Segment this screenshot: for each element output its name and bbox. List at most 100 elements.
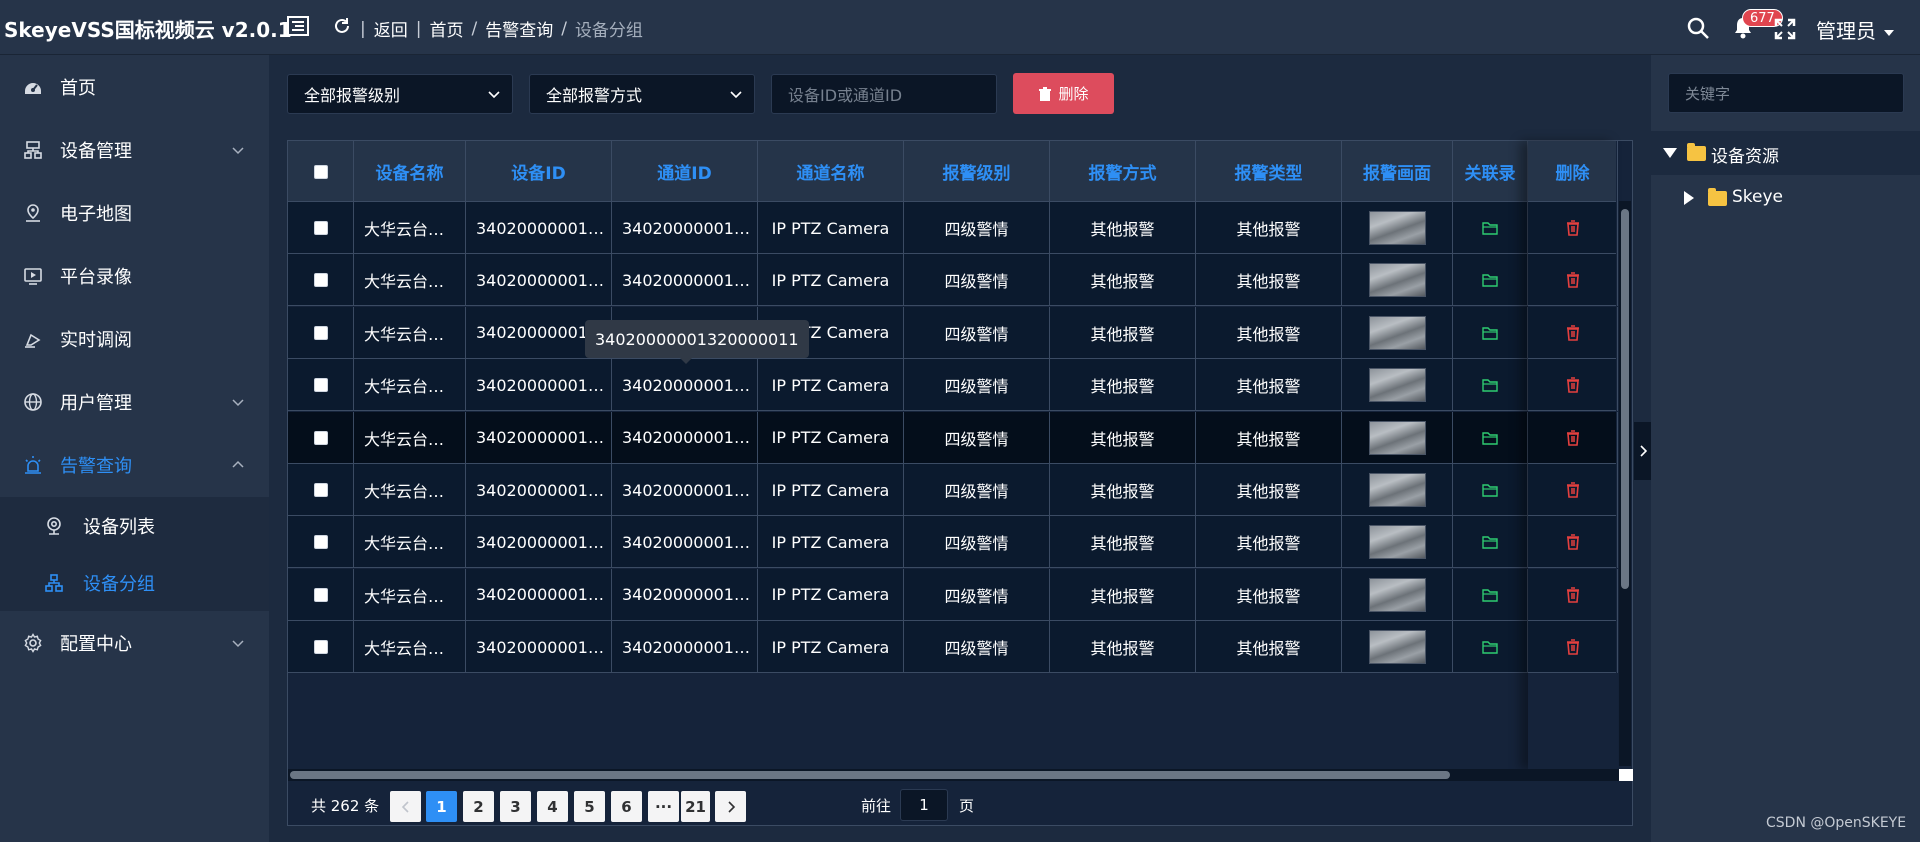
- folder-open-icon[interactable]: [1482, 378, 1498, 392]
- row-checkbox[interactable]: [313, 325, 328, 340]
- trash-icon[interactable]: [1566, 482, 1580, 498]
- device-channel-search-input[interactable]: 设备ID或通道ID: [771, 74, 997, 114]
- trash-icon[interactable]: [1566, 639, 1580, 655]
- sidebar-item-live-view[interactable]: 实时调阅: [0, 307, 269, 370]
- search-icon[interactable]: [1686, 16, 1710, 40]
- page-button[interactable]: 5: [574, 791, 605, 822]
- trash-icon[interactable]: [1566, 325, 1580, 341]
- sidebar-item-user-management[interactable]: 用户管理: [0, 370, 269, 433]
- column-header[interactable]: 报警类型: [1196, 141, 1342, 202]
- trash-icon[interactable]: [1566, 377, 1580, 393]
- breadcrumb-alarm-query[interactable]: 告警查询: [485, 16, 553, 41]
- row-checkbox[interactable]: [313, 587, 328, 602]
- alarm-snapshot-image[interactable]: [1368, 420, 1426, 455]
- page-button[interactable]: 4: [537, 791, 568, 822]
- folder-open-icon[interactable]: [1482, 221, 1498, 235]
- table-row[interactable]: 大华云台…34020000001…34020000001…IP PTZ Came…: [288, 621, 1618, 674]
- page-button[interactable]: 1: [426, 791, 457, 822]
- caret-right-icon[interactable]: [1684, 191, 1694, 205]
- column-header[interactable]: 删除: [1528, 141, 1618, 202]
- table-row[interactable]: 大华云台…34020000001…34020000001…IP PTZ Came…: [288, 306, 1618, 359]
- alarm-snapshot-image[interactable]: [1368, 315, 1426, 350]
- vertical-scrollbar[interactable]: [1619, 201, 1631, 766]
- trash-icon[interactable]: [1566, 534, 1580, 551]
- alarm-snapshot-image[interactable]: [1368, 577, 1426, 612]
- folder-open-icon[interactable]: [1482, 431, 1498, 445]
- tree-node-root[interactable]: 设备资源: [1651, 131, 1920, 175]
- back-link[interactable]: 返回: [374, 16, 408, 41]
- table-row[interactable]: 大华云台…34020000001…34020000001…IP PTZ Came…: [288, 568, 1618, 621]
- next-page-button[interactable]: [715, 791, 746, 822]
- trash-icon[interactable]: [1566, 272, 1580, 289]
- alarm-snapshot-image[interactable]: [1368, 473, 1426, 507]
- sidebar-item-device-management[interactable]: 设备管理: [0, 118, 269, 181]
- select-all-checkbox[interactable]: [313, 164, 328, 179]
- alarm-snapshot-cell: [1342, 202, 1453, 254]
- sidebar-item-alarm-query[interactable]: 告警查询: [0, 433, 269, 496]
- page-button[interactable]: 2: [463, 791, 494, 822]
- alarm-method-select[interactable]: 全部报警方式: [529, 74, 755, 114]
- column-header[interactable]: 关联录: [1453, 141, 1528, 202]
- folder-open-icon[interactable]: [1482, 326, 1498, 340]
- caret-down-icon[interactable]: [1663, 148, 1677, 158]
- alarm-snapshot-image[interactable]: [1368, 630, 1426, 665]
- row-checkbox[interactable]: [313, 640, 328, 655]
- horizontal-scrollbar[interactable]: [288, 769, 1619, 781]
- folder-open-icon[interactable]: [1482, 588, 1498, 602]
- column-header[interactable]: 报警方式: [1050, 141, 1196, 202]
- column-header[interactable]: 设备ID: [466, 141, 612, 202]
- tree-search-input[interactable]: 关键字: [1668, 73, 1904, 113]
- menu-toggle-icon[interactable]: [287, 15, 309, 37]
- alarm-level-select[interactable]: 全部报警级别: [287, 74, 513, 114]
- alarm-snapshot-image[interactable]: [1368, 368, 1426, 403]
- sidebar-item-electronic-map[interactable]: 电子地图: [0, 181, 269, 244]
- row-checkbox[interactable]: [313, 535, 328, 550]
- row-checkbox[interactable]: [313, 430, 328, 445]
- page-button[interactable]: 6: [611, 791, 642, 822]
- page-button[interactable]: 3: [500, 791, 531, 822]
- column-header[interactable]: 通道名称: [758, 141, 904, 202]
- alarm-snapshot-image[interactable]: [1368, 263, 1426, 298]
- delete-button[interactable]: 删除: [1013, 73, 1114, 114]
- folder-open-icon[interactable]: [1482, 273, 1498, 288]
- tree-node-skeye[interactable]: Skeye: [1651, 176, 1920, 220]
- sidebar-item-home[interactable]: 首页: [0, 55, 269, 118]
- row-checkbox[interactable]: [313, 483, 328, 497]
- goto-page-input[interactable]: 1: [900, 789, 948, 821]
- folder-open-icon[interactable]: [1482, 483, 1498, 497]
- panel-collapse-toggle[interactable]: [1634, 422, 1651, 480]
- breadcrumb-home[interactable]: 首页: [429, 16, 463, 41]
- prev-page-button[interactable]: [390, 791, 421, 822]
- page-button[interactable]: 21: [681, 791, 710, 822]
- user-menu[interactable]: 管理员: [1816, 15, 1894, 44]
- alarm-snapshot-image[interactable]: [1368, 525, 1426, 560]
- column-header[interactable]: 报警画面: [1342, 141, 1453, 202]
- table-row[interactable]: 大华云台…34020000001…34020000001…IP PTZ Came…: [288, 464, 1618, 516]
- column-header[interactable]: 报警级别: [904, 141, 1050, 202]
- sidebar-item-config-center[interactable]: 配置中心: [0, 611, 269, 674]
- vertical-scroll-thumb[interactable]: [1621, 209, 1629, 589]
- table-row[interactable]: 大华云台…34020000001…34020000001…IP PTZ Came…: [288, 254, 1618, 307]
- column-header[interactable]: 通道ID: [612, 141, 758, 202]
- horizontal-scroll-thumb[interactable]: [290, 771, 1450, 779]
- row-checkbox[interactable]: [313, 378, 328, 393]
- refresh-icon[interactable]: [333, 17, 351, 35]
- table-row[interactable]: 大华云台…34020000001…34020000001…IP PTZ Came…: [288, 359, 1618, 412]
- table-row[interactable]: 大华云台…34020000001…34020000001…IP PTZ Came…: [288, 411, 1618, 464]
- column-header[interactable]: 设备名称: [354, 141, 466, 202]
- trash-icon[interactable]: [1566, 429, 1580, 446]
- table-row[interactable]: 大华云台…34020000001…34020000001…IP PTZ Came…: [288, 516, 1618, 569]
- page-ellipsis[interactable]: ···: [648, 791, 679, 822]
- alarm-snapshot-image[interactable]: [1368, 211, 1426, 245]
- trash-icon[interactable]: [1566, 587, 1580, 603]
- sidebar-item-device-list[interactable]: 设备列表: [0, 497, 269, 554]
- table-row[interactable]: 大华云台…34020000001…34020000001…IP PTZ Came…: [288, 202, 1618, 254]
- fullscreen-icon[interactable]: [1774, 18, 1796, 40]
- row-checkbox[interactable]: [313, 273, 328, 288]
- folder-open-icon[interactable]: [1482, 640, 1498, 654]
- sidebar-item-platform-recording[interactable]: 平台录像: [0, 244, 269, 307]
- trash-icon[interactable]: [1566, 220, 1580, 236]
- sidebar-item-device-group[interactable]: 设备分组: [0, 554, 269, 611]
- row-checkbox[interactable]: [313, 221, 328, 235]
- folder-open-icon[interactable]: [1482, 535, 1498, 550]
